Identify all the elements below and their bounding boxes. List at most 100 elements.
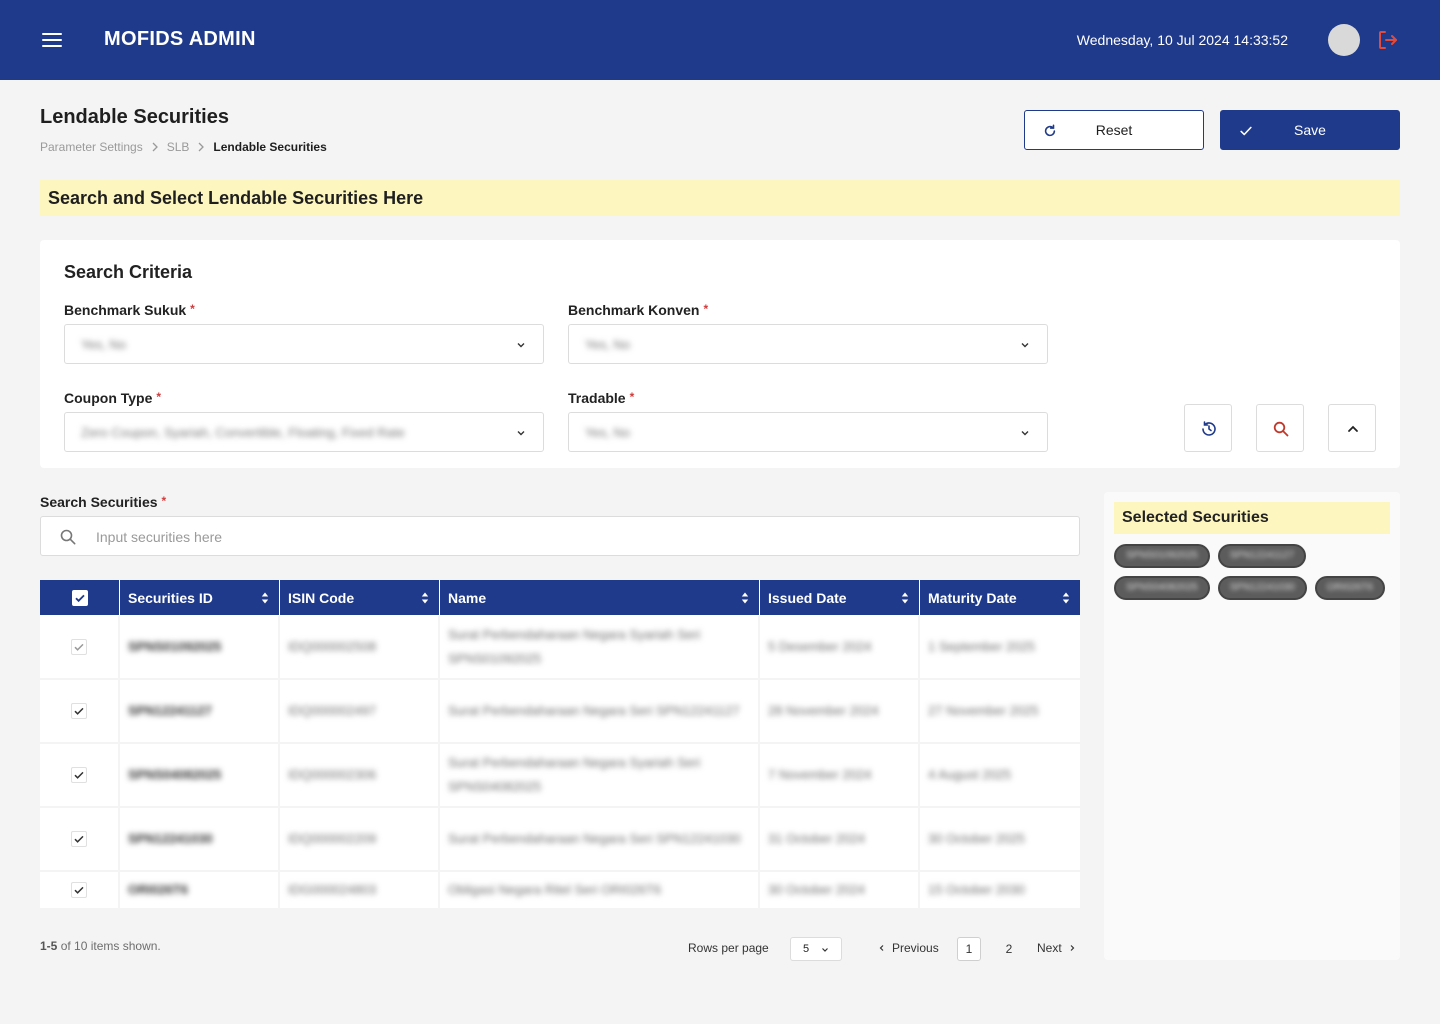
next-page-button[interactable]: Next bbox=[1037, 941, 1076, 955]
chevron-up-icon bbox=[1348, 425, 1358, 432]
cell-maturity-date: 4 August 2025 bbox=[928, 767, 1012, 782]
column-header-securities-id[interactable]: Securities ID bbox=[120, 580, 280, 615]
benchmark-konven-select[interactable]: Yes, No bbox=[568, 324, 1048, 364]
refresh-icon bbox=[1044, 124, 1056, 137]
row-check-cell bbox=[40, 744, 120, 806]
tradable-value: Yes, No bbox=[585, 425, 631, 440]
check-icon bbox=[1240, 126, 1252, 136]
reset-button-label: Reset bbox=[1095, 122, 1133, 138]
coupon-type-label: Coupon Type * bbox=[64, 390, 162, 406]
chevron-right-icon bbox=[152, 142, 158, 152]
sort-icon[interactable] bbox=[1062, 592, 1070, 604]
column-header-name[interactable]: Name bbox=[440, 580, 760, 615]
save-button[interactable]: Save bbox=[1220, 110, 1400, 150]
cell-securities-id: ORI026T6 bbox=[120, 872, 280, 908]
row-checkbox[interactable] bbox=[71, 767, 87, 783]
column-header-isin-code[interactable]: ISIN Code bbox=[280, 580, 440, 615]
app-title: MOFIDS ADMIN bbox=[104, 28, 256, 50]
cell-name: Surat Perbendaharaan Negara Seri SPN1224… bbox=[440, 680, 760, 742]
chevron-down-icon bbox=[1021, 431, 1029, 436]
page-1-button[interactable]: 1 bbox=[957, 937, 981, 961]
row-checkbox[interactable] bbox=[71, 882, 87, 898]
search-securities-field[interactable] bbox=[40, 516, 1080, 556]
reset-button[interactable]: Reset bbox=[1024, 110, 1204, 150]
cell-isin-code: IDQ000002508 bbox=[280, 616, 440, 678]
search-criteria-title: Search Criteria bbox=[64, 262, 193, 282]
table-row[interactable]: SPNS01092025 IDQ000002508 Surat Perbenda… bbox=[40, 616, 1080, 680]
cell-securities-id: SPNS01092025 bbox=[120, 616, 280, 678]
avatar[interactable] bbox=[1328, 24, 1360, 56]
cell-name: Surat Perbendaharaan Negara Seri SPN1224… bbox=[440, 808, 760, 870]
row-checkbox[interactable] bbox=[71, 703, 87, 719]
benchmark-konven-value: Yes, No bbox=[585, 337, 631, 352]
previous-page-button[interactable]: Previous bbox=[878, 941, 939, 955]
cell-maturity-date: 27 November 2025 bbox=[928, 703, 1039, 718]
benchmark-sukuk-label: Benchmark Sukuk * bbox=[64, 302, 195, 318]
selected-chip[interactable]: SPNS01092025 bbox=[1114, 544, 1210, 568]
search-securities-input[interactable] bbox=[96, 526, 996, 548]
tradable-select[interactable]: Yes, No bbox=[568, 412, 1048, 452]
sort-icon[interactable] bbox=[741, 592, 749, 604]
search-criteria-card: Search Criteria Benchmark Sukuk * Yes, No… bbox=[40, 240, 1400, 468]
chevron-right-icon bbox=[1070, 945, 1075, 951]
cell-issued-date: 30 October 2024 bbox=[760, 872, 920, 908]
chevron-left-icon bbox=[879, 945, 884, 951]
hamburger-icon[interactable] bbox=[42, 33, 62, 47]
benchmark-konven-label: Benchmark Konven * bbox=[568, 302, 709, 318]
selected-securities-title: Selected Securities bbox=[1114, 502, 1390, 534]
reset-filter-button[interactable] bbox=[1184, 404, 1232, 452]
column-header-maturity-date[interactable]: Maturity Date bbox=[920, 580, 1080, 615]
row-checkbox[interactable] bbox=[71, 831, 87, 847]
search-icon bbox=[60, 529, 76, 545]
selected-chip[interactable]: ORI026T6 bbox=[1314, 576, 1385, 600]
current-datetime: Wednesday, 10 Jul 2024 14:33:52 bbox=[1076, 32, 1288, 48]
cell-maturity-date: 1 September 2025 bbox=[928, 639, 1035, 654]
selected-securities-chips: SPNS01092025 SPN12241127 SPNS04082025 SP… bbox=[1114, 544, 1394, 608]
cell-securities-id: SPNS04082025 bbox=[120, 744, 280, 806]
benchmark-sukuk-select[interactable]: Yes, No bbox=[64, 324, 544, 364]
cell-issued-date: 28 November 2024 bbox=[760, 680, 920, 742]
cell-isin-code: IDQ000002497 bbox=[280, 680, 440, 742]
tradable-label: Tradable * bbox=[568, 390, 635, 406]
page-2-button[interactable]: 2 bbox=[997, 937, 1021, 961]
coupon-type-select[interactable]: Zero Coupon, Syariah, Convertible, Float… bbox=[64, 412, 544, 452]
items-shown-text: 1-5 of 10 items shown. bbox=[40, 939, 161, 953]
check-icon bbox=[74, 886, 84, 894]
table-row[interactable]: ORI026T6 IDG000024803 Obligasi Negara Ri… bbox=[40, 872, 1080, 910]
cell-issued-date: 7 November 2024 bbox=[760, 744, 920, 806]
check-icon bbox=[74, 835, 84, 843]
cell-maturity-date: 30 October 2025 bbox=[928, 831, 1025, 846]
select-all-checkbox[interactable] bbox=[71, 589, 88, 606]
cell-securities-id: SPN12241127 bbox=[120, 680, 280, 742]
selected-chip[interactable]: SPN12241127 bbox=[1217, 544, 1307, 568]
table-row[interactable]: SPNS04082025 IDQ000002306 Surat Perbenda… bbox=[40, 744, 1080, 808]
chevron-down-icon bbox=[822, 948, 828, 952]
top-bar: MOFIDS ADMIN Wednesday, 10 Jul 2024 14:3… bbox=[0, 0, 1440, 80]
search-button[interactable] bbox=[1256, 404, 1304, 452]
selected-chip[interactable]: SPN12241030 bbox=[1217, 576, 1307, 600]
sort-icon[interactable] bbox=[261, 592, 269, 604]
row-checkbox[interactable] bbox=[71, 639, 87, 655]
breadcrumb-item-slb[interactable]: SLB bbox=[167, 140, 190, 154]
sort-icon[interactable] bbox=[901, 592, 909, 604]
search-securities-label: Search Securities * bbox=[40, 494, 167, 510]
selected-chip[interactable]: SPNS04082025 bbox=[1114, 576, 1210, 600]
cell-maturity-date: 15 October 2030 bbox=[928, 882, 1025, 897]
selected-securities-panel: Selected Securities SPNS01092025 SPN1224… bbox=[1104, 492, 1400, 960]
column-header-issued-date[interactable]: Issued Date bbox=[760, 580, 920, 615]
row-check-cell bbox=[40, 872, 120, 908]
check-icon bbox=[74, 594, 85, 602]
breadcrumb-item-parameter-settings[interactable]: Parameter Settings bbox=[40, 140, 143, 154]
collapse-button[interactable] bbox=[1328, 404, 1376, 452]
row-check-cell bbox=[40, 808, 120, 870]
logout-icon[interactable] bbox=[1376, 28, 1400, 52]
rows-per-page-select[interactable]: 5 bbox=[790, 937, 842, 961]
table-row[interactable]: SPN12241127 IDQ000002497 Surat Perbendah… bbox=[40, 680, 1080, 744]
cell-issued-date: 31 October 2024 bbox=[760, 808, 920, 870]
chevron-down-icon bbox=[517, 343, 525, 348]
rows-per-page-value: 5 bbox=[803, 943, 810, 955]
select-all-cell bbox=[40, 580, 120, 615]
cell-isin-code: IDQ000002306 bbox=[280, 744, 440, 806]
sort-icon[interactable] bbox=[421, 592, 429, 604]
table-row[interactable]: SPN12241030 IDQ000002209 Surat Perbendah… bbox=[40, 808, 1080, 872]
